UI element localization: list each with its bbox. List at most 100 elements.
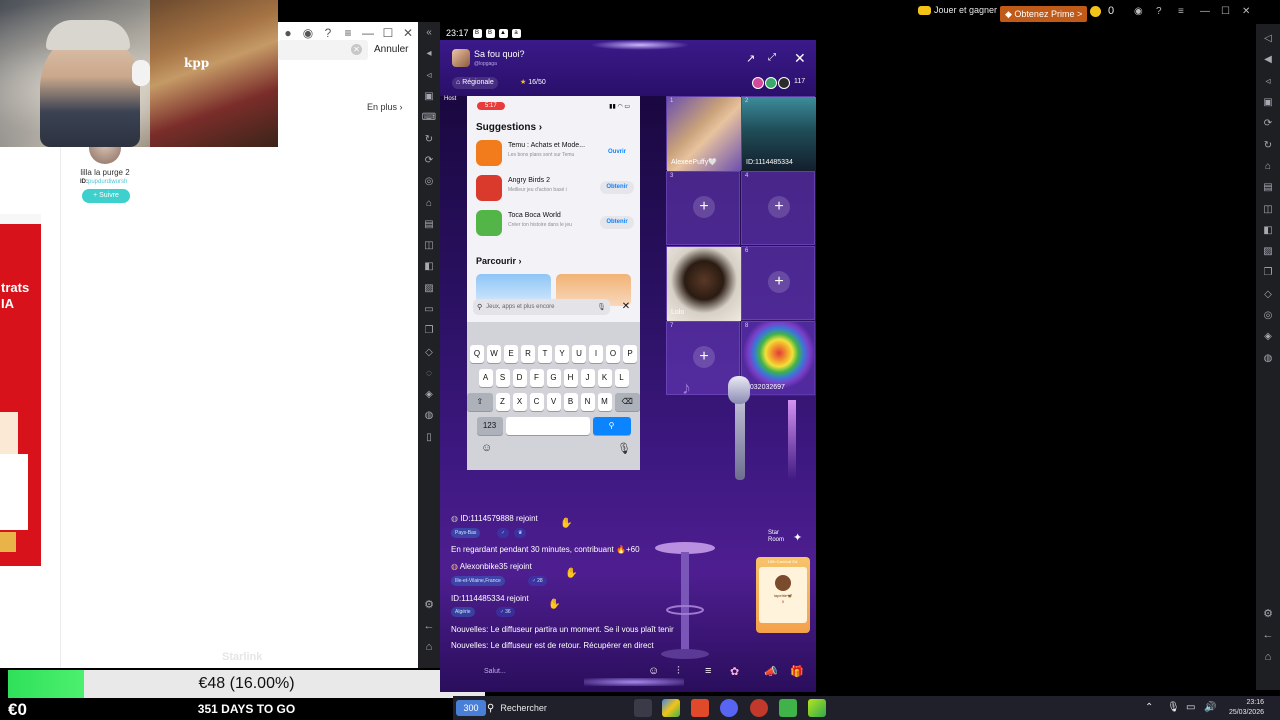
search-key[interactable]: ⚲	[592, 417, 631, 435]
chat-message[interactable]: ID:1114485334 rejoint	[451, 594, 529, 603]
volume-up-icon[interactable]: ◃	[418, 65, 440, 86]
shift-key[interactable]: ⇧	[467, 393, 493, 411]
key-h[interactable]: H	[563, 369, 578, 387]
sync-icon[interactable]: ⟳	[418, 150, 440, 171]
build-icon[interactable]: ⌂	[418, 192, 440, 213]
key-l[interactable]: L	[614, 369, 629, 387]
microphone-icon[interactable]: 🎙	[597, 303, 610, 311]
build-icon[interactable]: ⌂	[1256, 156, 1280, 177]
clear-search-icon[interactable]: ✕	[351, 44, 362, 55]
star-room-card[interactable]: 10th Carnival Ed. lapetite🦋 0	[756, 557, 810, 633]
settings-icon[interactable]: ⚙	[418, 594, 440, 615]
more-link[interactable]: En plus ›	[367, 102, 403, 112]
menu-icon[interactable]: ≡	[1178, 6, 1184, 17]
key-c[interactable]: C	[529, 393, 544, 411]
cancel-search-button[interactable]: Annuler	[374, 44, 408, 55]
mute-icon[interactable]: ◁	[1256, 28, 1280, 49]
list-item[interactable]: Toca Boca World Créer ton histoire dans …	[476, 208, 638, 238]
key-u[interactable]: U	[572, 345, 586, 363]
home-icon[interactable]: ⌂	[418, 636, 440, 657]
rotate-icon[interactable]: ↻	[1256, 134, 1280, 155]
emulator-icon[interactable]	[779, 699, 797, 717]
apk-icon[interactable]: ▤	[1256, 177, 1280, 198]
close-icon[interactable]: ✕	[398, 22, 418, 44]
key-m[interactable]: M	[597, 393, 612, 411]
coin-balance[interactable]: 0	[1090, 5, 1114, 17]
emoji-icon[interactable]: ☺	[648, 665, 659, 677]
layers-icon[interactable]: ◈	[418, 384, 440, 405]
microphone-icon[interactable]: 🎙	[617, 442, 631, 455]
equalizer-icon[interactable]: ⫶	[677, 665, 680, 678]
seat-5[interactable]: 5 Lolo	[666, 246, 741, 321]
media-icon[interactable]: ▨	[418, 278, 440, 299]
star-room-label[interactable]: Star Room	[768, 530, 784, 544]
key-g[interactable]: G	[546, 369, 561, 387]
viewer-count[interactable]: 117	[794, 78, 805, 85]
key-a[interactable]: A	[478, 369, 493, 387]
chat-message[interactable]: Nouvelles: Le diffuseur partira un momen…	[451, 625, 674, 634]
sync-icon[interactable]: ⟳	[1256, 113, 1280, 134]
key-w[interactable]: W	[487, 345, 501, 363]
minimize-room-icon[interactable]: ⤢	[768, 52, 776, 63]
key-z[interactable]: Z	[495, 393, 510, 411]
suggestions-heading[interactable]: Suggestions ›	[476, 122, 542, 133]
chat-message[interactable]: ◍ ID:1114579888 rejoint	[451, 514, 538, 523]
key-t[interactable]: T	[538, 345, 552, 363]
eco-icon[interactable]: ◍	[1256, 347, 1280, 368]
brave-browser-icon[interactable]	[691, 699, 709, 717]
eco-icon[interactable]: ◍	[418, 405, 440, 426]
maximize-icon[interactable]: ☐	[1221, 6, 1230, 17]
megaphone-icon[interactable]: 📣	[764, 665, 778, 678]
keyboard-icon[interactable]: ⌨	[418, 107, 440, 128]
settings-icon[interactable]: ⚙	[1256, 602, 1280, 624]
chat-message[interactable]: Nouvelles: Le diffuseur est de retour. R…	[451, 641, 654, 650]
help-icon[interactable]: ?	[1156, 6, 1162, 17]
screen-icon[interactable]: ▣	[1256, 92, 1280, 113]
wave-icon[interactable]: ✋	[548, 599, 560, 610]
taskbar-clock[interactable]: 23:16 25/03/2026	[1224, 698, 1264, 718]
screen-icon[interactable]: ▣	[418, 86, 440, 107]
seat-4[interactable]: 4 +	[741, 171, 815, 245]
share-icon[interactable]: ↗	[746, 52, 755, 65]
apk-icon[interactable]: ▤	[418, 214, 440, 235]
key-y[interactable]: Y	[555, 345, 569, 363]
close-icon[interactable]: ✕	[1242, 6, 1250, 17]
key-j[interactable]: J	[580, 369, 595, 387]
gift-icon[interactable]: 🎁	[790, 665, 804, 678]
viewer-avatars[interactable]	[752, 77, 790, 89]
volume-icon[interactable]: ◂	[418, 43, 440, 64]
seat-1[interactable]: 1 AlexeePuffy🤍	[666, 96, 741, 171]
close-icon[interactable]: ✕	[618, 299, 634, 315]
seat-3[interactable]: 3 +	[666, 171, 740, 245]
key-q[interactable]: Q	[470, 345, 484, 363]
copy-icon[interactable]: ❐	[418, 320, 440, 341]
back-icon[interactable]: ←	[1256, 624, 1280, 646]
folder-icon[interactable]: ▭	[418, 299, 440, 320]
key-i[interactable]: I	[589, 345, 603, 363]
key-f[interactable]: F	[529, 369, 544, 387]
key-x[interactable]: X	[512, 393, 527, 411]
key-s[interactable]: S	[495, 369, 510, 387]
seat-6[interactable]: 6 +	[741, 246, 815, 320]
erase-icon[interactable]: ◇	[418, 341, 440, 362]
get-button[interactable]: Obtenir	[600, 216, 634, 229]
rotate-icon[interactable]: ↻	[418, 128, 440, 149]
volume-icon[interactable]: ◀	[1256, 49, 1280, 70]
open-button[interactable]: Ouvrir	[600, 146, 634, 159]
follow-button[interactable]: + Suivre	[82, 189, 130, 203]
task-view-icon[interactable]	[634, 699, 652, 717]
account-icon[interactable]: ◉	[1134, 6, 1143, 17]
discord-icon[interactable]	[720, 699, 738, 717]
volume-up-icon[interactable]: ◃	[1256, 71, 1280, 92]
macro-icon[interactable]: ◌	[418, 363, 440, 384]
volume-icon[interactable]: 🔊	[1204, 702, 1216, 713]
location-icon[interactable]: ◎	[1256, 305, 1280, 326]
key-o[interactable]: O	[606, 345, 620, 363]
key-v[interactable]: V	[546, 393, 561, 411]
key-b[interactable]: B	[563, 393, 578, 411]
back-icon[interactable]: ←	[418, 615, 440, 636]
media-icon[interactable]: ▨	[1256, 241, 1280, 262]
microphone-icon[interactable]: 🎙	[1167, 702, 1180, 713]
multi-instance-icon[interactable]: ▯	[418, 427, 440, 448]
layers-icon[interactable]: ◈	[1256, 326, 1280, 347]
